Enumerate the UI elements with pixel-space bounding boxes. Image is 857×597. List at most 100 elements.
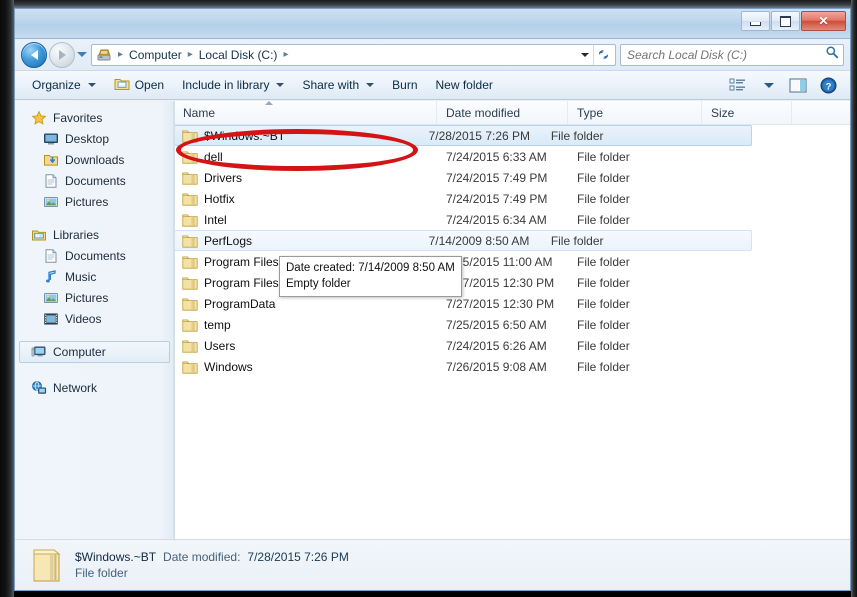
column-header-size-label: Size	[711, 105, 735, 120]
cell-name[interactable]: $Windows.~BT	[175, 129, 420, 143]
folder-icon	[182, 318, 198, 332]
preview-pane-icon[interactable]	[784, 73, 812, 97]
sidebar-item-libraries[interactable]: Libraries	[15, 224, 173, 245]
cell-name[interactable]: Windows	[174, 360, 437, 374]
pane-divider[interactable]	[174, 101, 175, 541]
table-row[interactable]: PerfLogs 7/14/2009 8:50 AM File folder	[174, 230, 752, 251]
address-bar[interactable]: ▸ Computer ▸ Local Disk (C:) ▸	[91, 43, 616, 66]
minimize-button[interactable]	[741, 11, 770, 31]
folder-icon	[182, 297, 198, 311]
column-header-type[interactable]: Type	[568, 101, 702, 124]
network-icon	[31, 380, 47, 396]
toolbar-share-with[interactable]: Share with	[293, 73, 383, 97]
folder-icon	[182, 255, 198, 269]
change-view-icon[interactable]	[724, 73, 752, 97]
breadcrumb-separator-2[interactable]: ▸	[279, 49, 292, 60]
large-folder-icon	[29, 546, 65, 584]
table-row[interactable]: Program Files 7/25/2015 11:00 AM File fold…	[174, 251, 850, 272]
chevron-down-icon	[77, 52, 87, 57]
cell-type: File folder	[577, 212, 630, 227]
column-header-size[interactable]: Size	[702, 101, 792, 124]
column-header-name[interactable]: Name	[174, 101, 437, 124]
pictures-icon	[43, 290, 59, 306]
cell-name[interactable]: Hotfix	[174, 192, 437, 206]
close-button[interactable]: ✕	[801, 11, 846, 31]
file-rows: $Windows.~BT 7/28/2015 7:26 PM File folder…	[174, 125, 850, 377]
table-row[interactable]: Hotfix 7/24/2015 7:49 PM File folder	[174, 188, 850, 209]
toolbar-organize[interactable]: Organize	[23, 73, 105, 97]
table-row[interactable]: Intel 7/24/2015 6:34 AM File folder	[174, 209, 850, 230]
cell-date-modified: 7/24/2015 7:49 PM	[446, 170, 548, 185]
sidebar-item-documents-lib[interactable]: Documents	[15, 245, 173, 266]
back-button[interactable]	[21, 41, 47, 68]
cell-type: File folder	[550, 233, 604, 248]
toolbar-burn[interactable]: Burn	[383, 73, 426, 97]
cell-name[interactable]: dell	[174, 150, 437, 164]
tooltip-line-1: Date created: 7/14/2009 8:50 AM	[286, 262, 455, 274]
search-input[interactable]	[625, 46, 825, 63]
address-dropdown-button[interactable]	[577, 45, 593, 65]
refresh-button[interactable]	[593, 44, 612, 65]
folder-icon	[182, 150, 198, 164]
sidebar-item-favorites[interactable]: Favorites	[15, 107, 173, 128]
nav-group-favorites: Favorites Desktop Downloads Documents Pi…	[15, 107, 173, 212]
details-pane: $Windows.~BT Date modified: 7/28/2015 7:…	[15, 539, 850, 590]
breadcrumb-local-disk-c[interactable]: Local Disk (C:)	[197, 48, 280, 62]
toolbar-new-folder[interactable]: New folder	[427, 73, 502, 97]
cell-date-modified: 7/24/2015 6:33 AM	[446, 149, 547, 164]
table-row[interactable]: $Windows.~BT 7/28/2015 7:26 PM File folder	[174, 125, 752, 146]
folder-icon	[182, 171, 198, 185]
sidebar-item-videos[interactable]: Videos	[15, 308, 173, 329]
cell-name-label: ProgramData	[204, 296, 276, 311]
sidebar-item-music[interactable]: Music	[15, 266, 173, 287]
forward-button[interactable]	[49, 41, 75, 68]
cell-name[interactable]: Drivers	[174, 171, 437, 185]
toolbar-open[interactable]: Open	[105, 73, 173, 97]
cell-date-modified: 7/24/2015 6:26 AM	[446, 338, 547, 353]
document-icon	[43, 248, 59, 264]
table-row[interactable]: dell 7/24/2015 6:33 AM File folder	[174, 146, 850, 167]
pictures-icon	[43, 194, 59, 210]
table-row[interactable]: Users 7/24/2015 6:26 AM File folder	[174, 335, 850, 356]
downloads-icon	[43, 152, 59, 168]
sidebar-item-downloads[interactable]: Downloads	[15, 149, 173, 170]
breadcrumb-computer[interactable]: Computer	[127, 48, 184, 62]
cell-name[interactable]: PerfLogs	[175, 234, 420, 248]
sidebar-item-documents-fav[interactable]: Documents	[15, 170, 173, 191]
search-icon[interactable]	[825, 45, 839, 64]
maximize-button[interactable]	[771, 11, 800, 31]
sidebar-item-pictures-lib[interactable]: Pictures	[15, 287, 173, 308]
folder-icon	[182, 276, 198, 290]
column-header-name-label: Name	[183, 105, 216, 120]
view-dropdown-caret[interactable]	[754, 73, 782, 97]
navigation-pane[interactable]: Favorites Desktop Downloads Documents Pi…	[15, 101, 174, 541]
column-header-row: Name Date modified Type Size	[174, 101, 850, 125]
folder-icon	[182, 192, 198, 206]
table-row[interactable]: Drivers 7/24/2015 7:49 PM File folder	[174, 167, 850, 188]
toolbar-include-in-library[interactable]: Include in library	[173, 73, 293, 97]
cell-name[interactable]: temp	[174, 318, 437, 332]
sidebar-item-computer[interactable]: Computer	[19, 341, 170, 363]
recent-pages-dropdown[interactable]	[75, 43, 89, 67]
cell-name[interactable]: ProgramData	[174, 297, 437, 311]
cell-name[interactable]: Intel	[174, 213, 437, 227]
sidebar-item-desktop[interactable]: Desktop	[15, 128, 173, 149]
breadcrumb-separator-1[interactable]: ▸	[184, 49, 197, 60]
sidebar-item-network[interactable]: Network	[15, 377, 173, 398]
chevron-down-icon	[87, 83, 96, 87]
sidebar-item-pictures-fav[interactable]: Pictures	[15, 191, 173, 212]
details-file-name: $Windows.~BT	[75, 550, 157, 564]
table-row[interactable]: ProgramData 7/27/2015 12:30 PM File folder	[174, 293, 850, 314]
cell-name[interactable]: Users	[174, 339, 437, 353]
table-row[interactable]: Windows 7/26/2015 9:08 AM File folder	[174, 356, 850, 377]
toolbar-organize-label: Organize	[32, 78, 81, 92]
cell-date-modified: 7/27/2015 12:30 PM	[446, 296, 555, 311]
help-icon[interactable]: ?	[814, 73, 842, 97]
column-header-date-modified[interactable]: Date modified	[437, 101, 568, 124]
search-box[interactable]	[620, 43, 844, 66]
title-bar[interactable]: ✕	[15, 9, 850, 39]
cell-type: File folder	[577, 359, 630, 374]
table-row[interactable]: Program Files (x86) 7/27/2015 12:30 PM Fil…	[174, 272, 850, 293]
table-row[interactable]: temp 7/25/2015 6:50 AM File folder	[174, 314, 850, 335]
file-list-view[interactable]: Name Date modified Type Size $Windows.~B…	[174, 101, 850, 541]
